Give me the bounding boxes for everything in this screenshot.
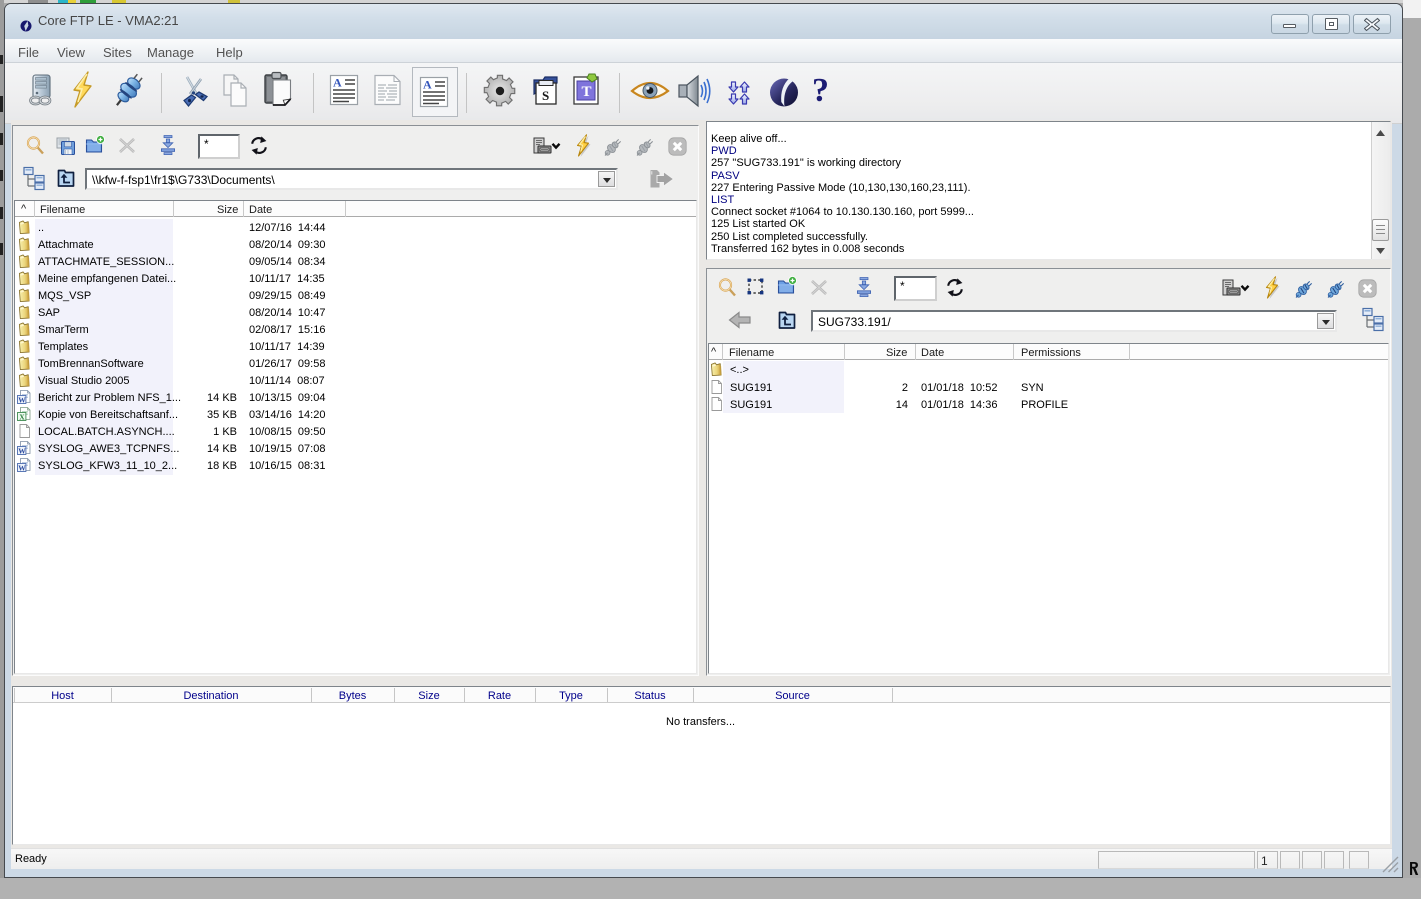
svg-text:A: A: [423, 78, 432, 92]
svg-text:S: S: [542, 88, 549, 103]
svg-text:A: A: [333, 76, 342, 90]
svg-text:T: T: [582, 84, 592, 100]
